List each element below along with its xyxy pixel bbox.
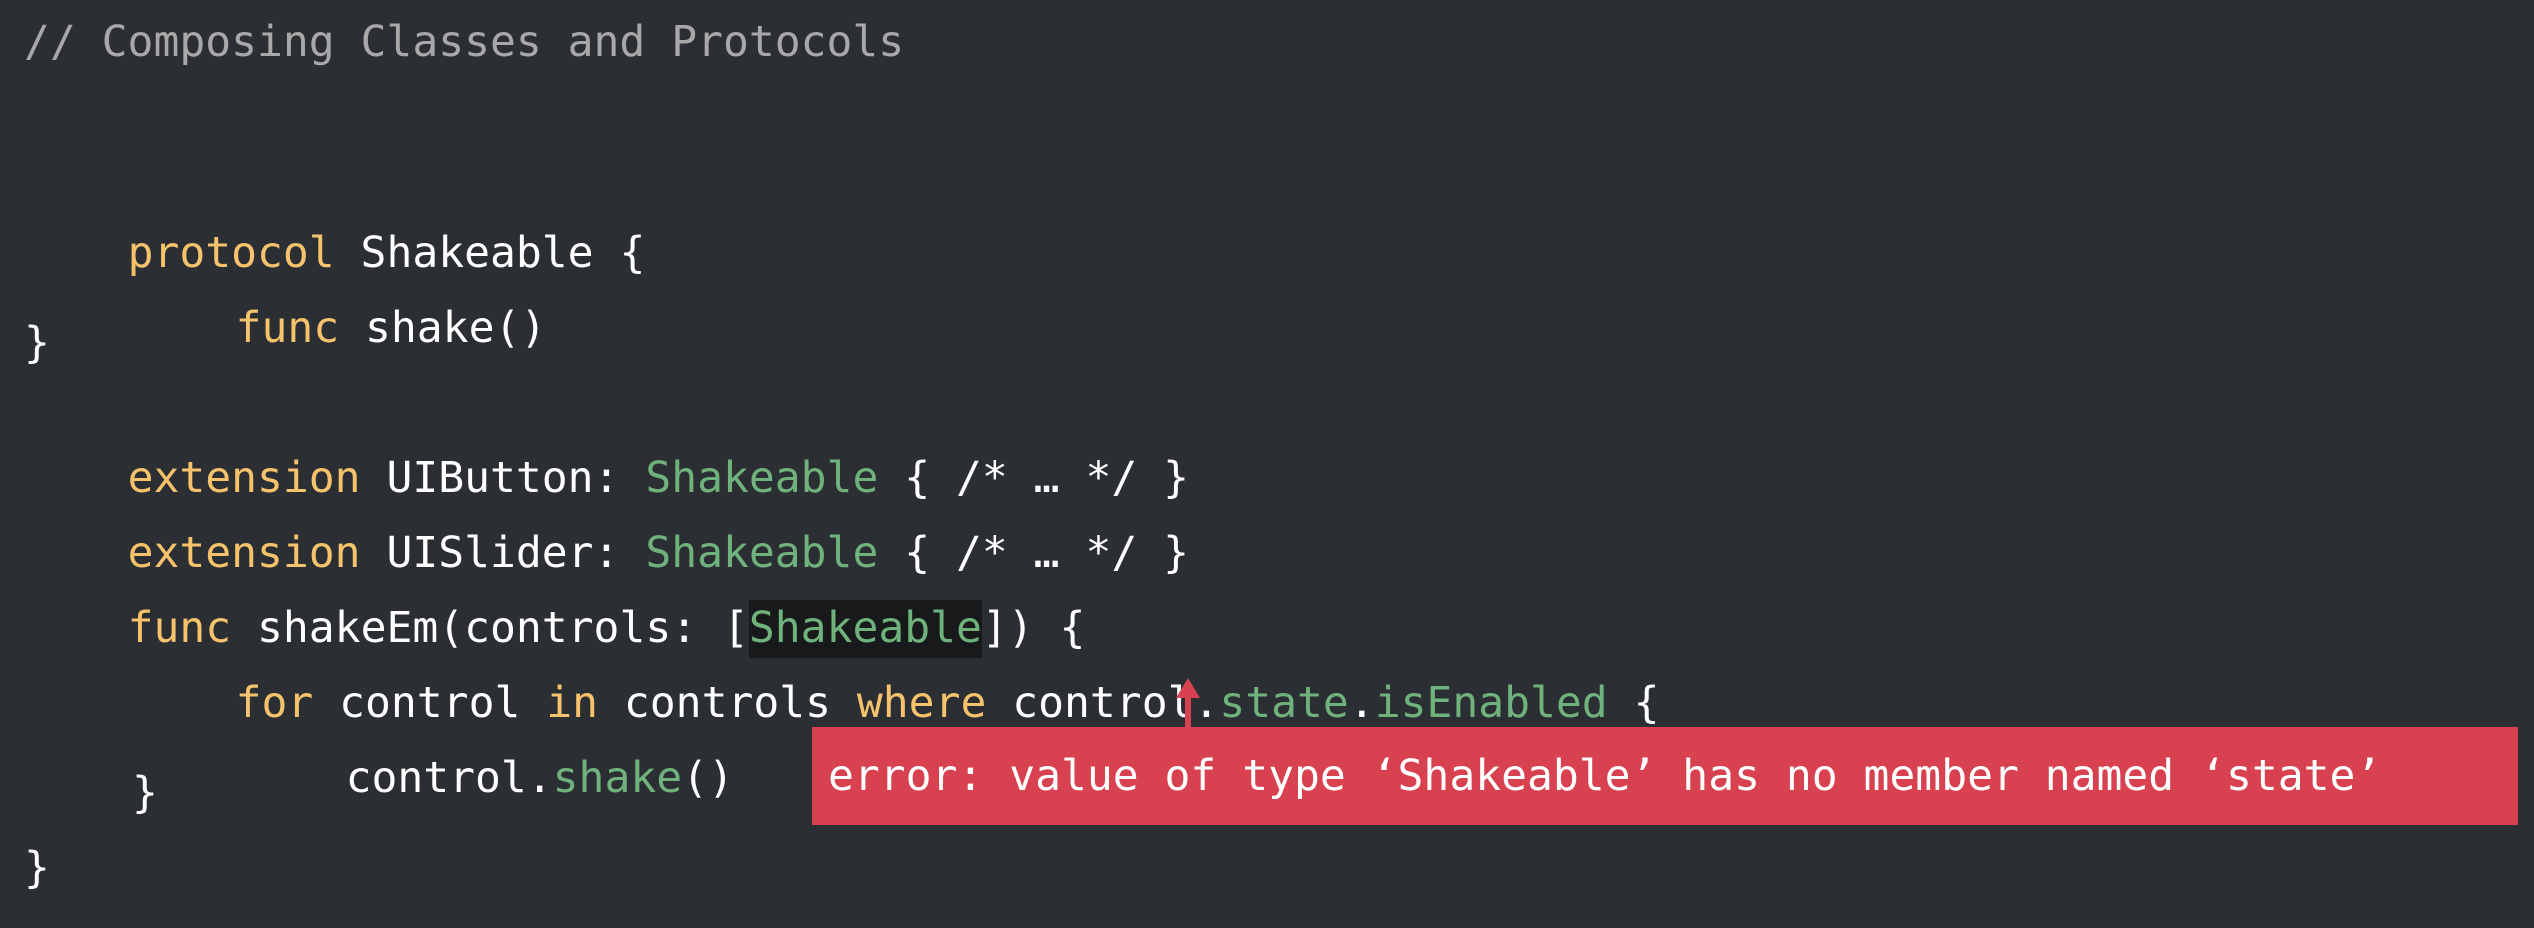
member-name: state: [1219, 678, 1349, 728]
error-message-banner: error: value of type ‘Shakeable’ has no …: [812, 727, 2518, 825]
code-line-close-brace: }: [132, 768, 158, 818]
code-line-for-loop: for control in controls where control.st…: [24, 613, 1660, 728]
error-pointer-arrow-icon: [1176, 678, 1200, 728]
code-line-close-brace: }: [24, 843, 50, 893]
code-line-extension-slider: extension UISlider: Shakeable { /* … */ …: [24, 463, 1189, 578]
code-text: control.: [345, 753, 553, 803]
code-line-func-decl: func shake(): [24, 238, 547, 353]
code-line-func-shakeem: func shakeEm(controls: [Shakeable]) {: [24, 538, 1085, 658]
keyword: func: [235, 303, 340, 353]
member-name: isEnabled: [1374, 678, 1608, 728]
code-text: {: [1607, 678, 1660, 728]
code-text: .: [1348, 678, 1375, 728]
code-line-call-shake: control.shake(): [24, 688, 734, 803]
code-line-protocol: protocol Shakeable {: [24, 163, 646, 278]
code-text: shake(): [339, 303, 547, 353]
code-comment: // Composing Classes and Protocols: [24, 17, 905, 67]
member-name: shake: [552, 753, 683, 803]
code-line-extension-button: extension UIButton: Shakeable { /* … */ …: [24, 388, 1189, 503]
code-text: (): [682, 753, 734, 803]
code-line-close-brace: }: [24, 318, 50, 368]
keyword: where: [856, 678, 987, 728]
